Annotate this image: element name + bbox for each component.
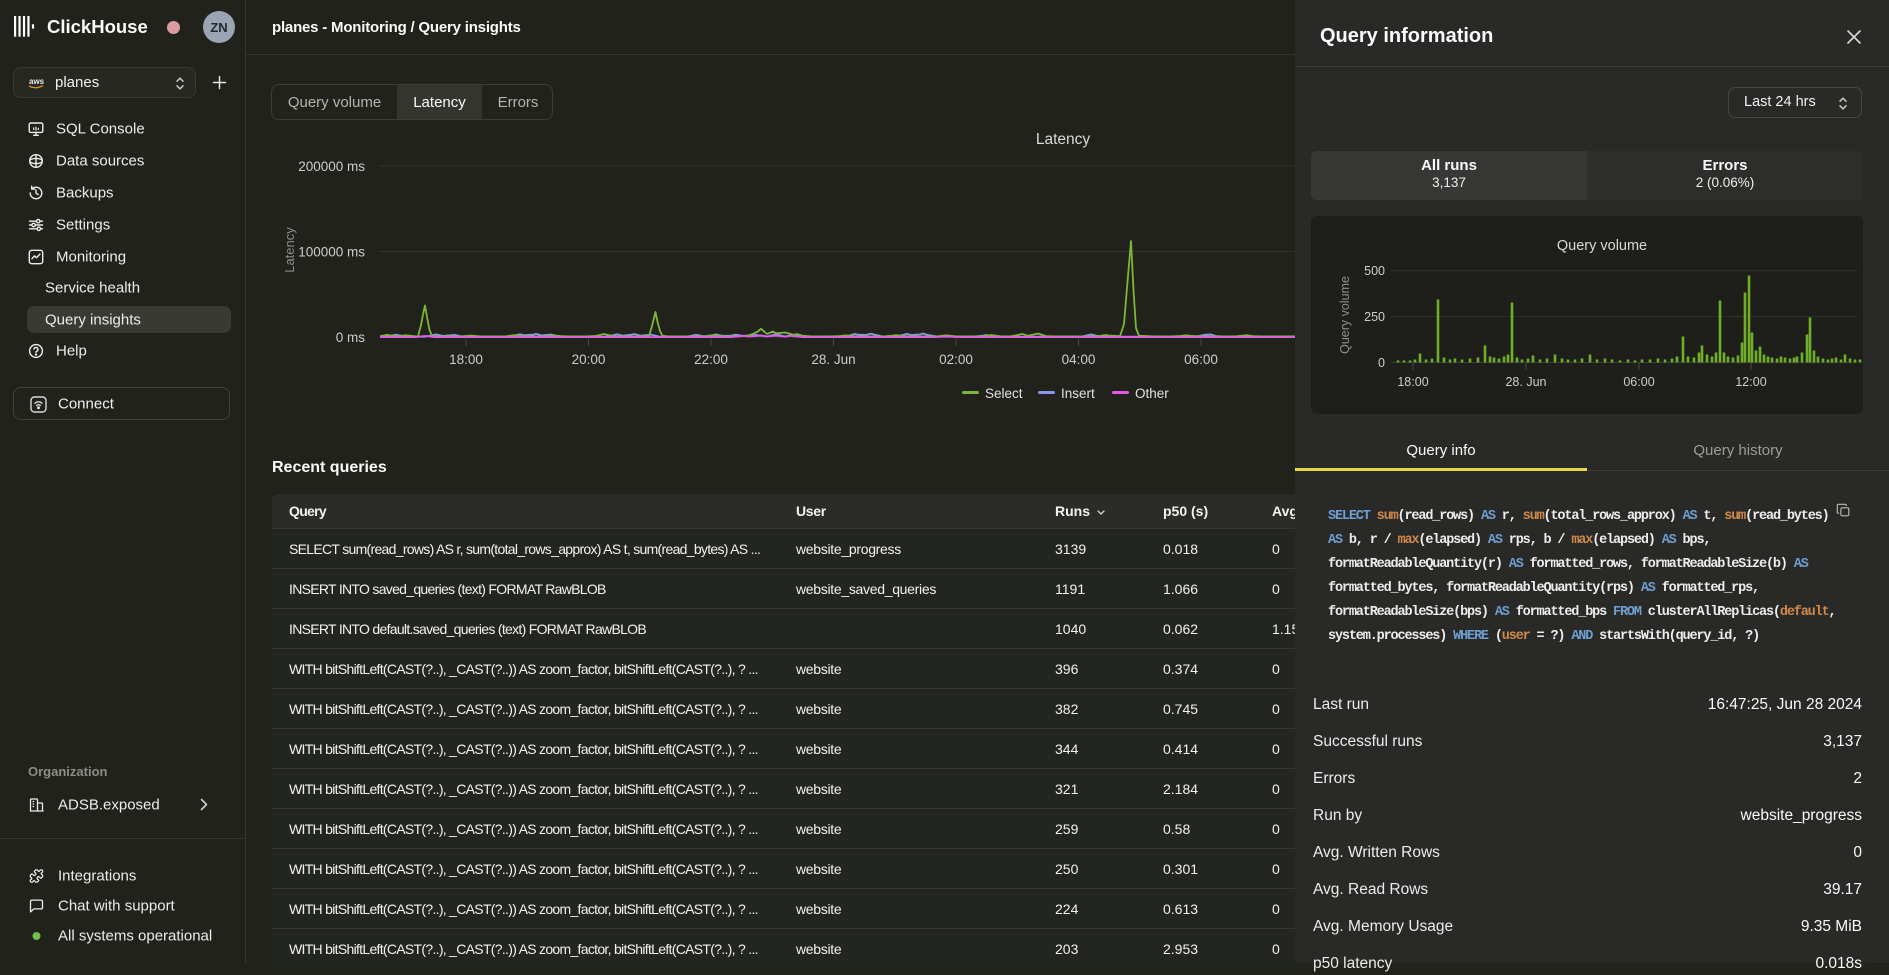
svg-text:28. Jun: 28. Jun bbox=[811, 352, 855, 367]
svg-text:06:00: 06:00 bbox=[1623, 375, 1654, 389]
svg-text:100000 ms: 100000 ms bbox=[298, 245, 365, 260]
svg-text:22:00: 22:00 bbox=[694, 352, 728, 367]
svg-text:04:00: 04:00 bbox=[1062, 352, 1096, 367]
svg-text:Other: Other bbox=[1135, 386, 1169, 401]
svg-text:Select: Select bbox=[985, 386, 1023, 401]
svg-text:20:00: 20:00 bbox=[572, 352, 606, 367]
svg-text:06:00: 06:00 bbox=[1184, 352, 1218, 367]
svg-text:200000 ms: 200000 ms bbox=[298, 159, 365, 174]
svg-text:28. Jun: 28. Jun bbox=[1505, 375, 1546, 389]
svg-text:0 ms: 0 ms bbox=[336, 330, 366, 345]
svg-text:aws: aws bbox=[29, 77, 45, 86]
svg-text:18:00: 18:00 bbox=[449, 352, 483, 367]
svg-text:Latency: Latency bbox=[1036, 131, 1091, 148]
svg-text:02:00: 02:00 bbox=[939, 352, 973, 367]
svg-text:12:00: 12:00 bbox=[1735, 375, 1766, 389]
svg-text:250: 250 bbox=[1364, 310, 1385, 324]
svg-text:0: 0 bbox=[1378, 356, 1385, 370]
svg-text:Query volume: Query volume bbox=[1557, 238, 1647, 254]
svg-text:Insert: Insert bbox=[1061, 386, 1095, 401]
svg-text:18:00: 18:00 bbox=[1397, 375, 1428, 389]
svg-text:500: 500 bbox=[1364, 264, 1385, 278]
svg-text:Query volume: Query volume bbox=[1338, 276, 1352, 354]
svg-text:Latency: Latency bbox=[282, 227, 297, 273]
